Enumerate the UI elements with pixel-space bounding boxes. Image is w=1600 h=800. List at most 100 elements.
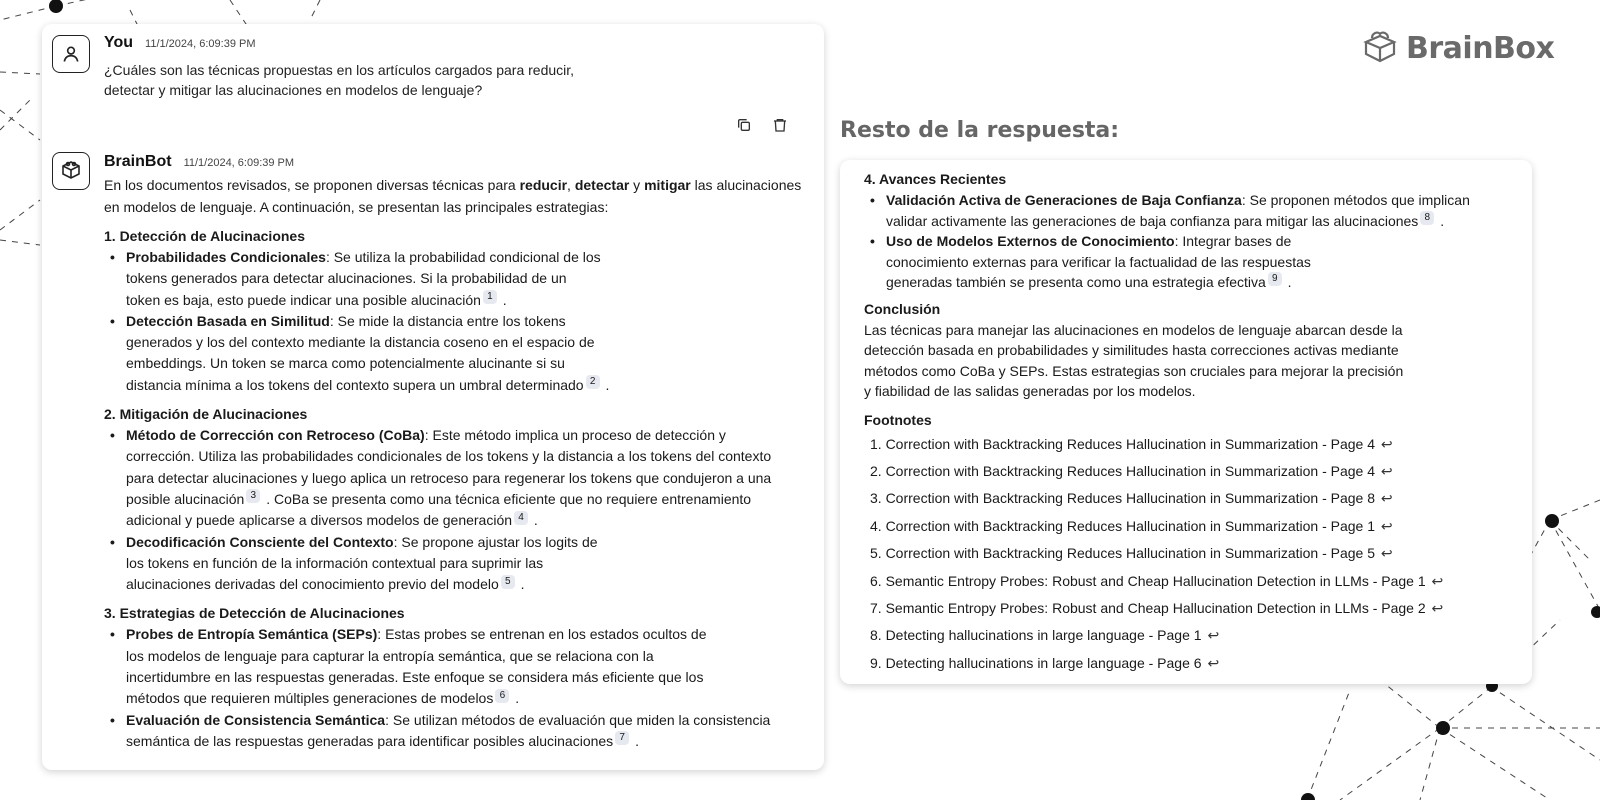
- user-timestamp: 11/1/2024, 6:09:39 PM: [145, 38, 256, 50]
- back-arrow-icon[interactable]: ↩: [1381, 436, 1393, 452]
- user-message-text: ¿Cuáles son las técnicas propuestas en l…: [104, 62, 575, 98]
- footnote-item: 1. Correction with Backtracking Reduces …: [864, 431, 1514, 458]
- footnote-ref[interactable]: 5: [500, 574, 515, 589]
- footnote-text: 2. Correction with Backtracking Reduces …: [870, 462, 1376, 479]
- section-title: 4. Avances Recientes: [864, 171, 1007, 187]
- footnote-ref[interactable]: 9: [1267, 272, 1282, 287]
- back-arrow-icon[interactable]: ↩: [1432, 600, 1444, 616]
- delete-button[interactable]: [770, 115, 790, 135]
- footnote-ref[interactable]: 1: [482, 289, 497, 304]
- intro-bold-reducir: reducir: [519, 177, 568, 193]
- bot-message-header: BrainBot 11/1/2024, 6:09:39 PM: [104, 153, 294, 171]
- item-tail: .: [516, 576, 525, 593]
- item-term: Uso de Modelos Externos de Conocimiento: [886, 233, 1175, 249]
- item-term: Validación Activa de Generaciones de Baj…: [886, 192, 1242, 208]
- list-item: Probabilidades Condicionales: Se utiliza…: [104, 247, 604, 311]
- footnote-ref[interactable]: 8: [1420, 210, 1435, 225]
- back-arrow-icon[interactable]: ↩: [1207, 655, 1219, 671]
- footnote-item: 2. Correction with Backtracking Reduces …: [864, 458, 1514, 485]
- list-item: Probes de Entropía Semántica (SEPs): Est…: [104, 624, 724, 709]
- item-term: Método de Corrección con Retroceso (CoBa…: [126, 427, 425, 444]
- item-tail: .: [498, 291, 507, 308]
- footnotes-list: 1. Correction with Backtracking Reduces …: [864, 431, 1514, 678]
- footnote-ref[interactable]: 6: [495, 688, 510, 703]
- copy-icon: [738, 119, 750, 131]
- brainbox-logo: BrainBox: [1360, 28, 1555, 68]
- intro-bold-mitigar: mitigar: [644, 177, 691, 193]
- list-item: Uso de Modelos Externos de Conocimiento:…: [864, 231, 1334, 293]
- list-item: Detección Basada en Similitud: Se mide l…: [104, 311, 624, 396]
- chat-panel: You 11/1/2024, 6:09:39 PM ¿Cuáles son la…: [42, 24, 824, 770]
- footnote-item: 9. Detecting hallucinations in large lan…: [864, 650, 1514, 677]
- user-icon: [63, 46, 79, 62]
- list-item: Validación Activa de Generaciones de Baj…: [864, 190, 1484, 231]
- back-arrow-icon[interactable]: ↩: [1432, 573, 1444, 589]
- user-avatar: [52, 35, 90, 73]
- back-arrow-icon[interactable]: ↩: [1207, 627, 1219, 643]
- footnote-item: 5. Correction with Backtracking Reduces …: [864, 540, 1514, 567]
- footnote-item: 6. Semantic Entropy Probes: Robust and C…: [864, 568, 1514, 595]
- rest-title: Resto de la respuesta:: [840, 118, 1120, 143]
- section-title: 2. Mitigación de Alucinaciones: [104, 406, 308, 423]
- brain-box-icon: [1363, 31, 1397, 63]
- item-tail: .: [631, 732, 639, 749]
- back-arrow-icon[interactable]: ↩: [1381, 463, 1393, 479]
- bot-sender-name: BrainBot: [104, 153, 172, 170]
- user-message-header: You 11/1/2024, 6:09:39 PM: [104, 34, 256, 52]
- footnote-ref[interactable]: 7: [615, 731, 630, 746]
- copy-button[interactable]: [734, 115, 754, 135]
- footnote-ref[interactable]: 4: [514, 510, 529, 525]
- list-item: Decodificación Consciente del Contexto: …: [104, 532, 604, 596]
- intro-bold-detectar: detectar: [574, 177, 630, 193]
- conclusion-title: Conclusión: [864, 300, 941, 317]
- bot-avatar: [52, 152, 90, 190]
- item-tail: .: [1283, 274, 1292, 290]
- section-list: Validación Activa de Generaciones de Baj…: [864, 190, 1514, 293]
- back-arrow-icon[interactable]: ↩: [1381, 518, 1393, 534]
- section-title: 1. Detección de Alucinaciones: [104, 228, 305, 244]
- trash-icon: [774, 119, 786, 132]
- item-tail: .: [511, 690, 520, 707]
- bot-timestamp: 11/1/2024, 6:09:39 PM: [183, 157, 295, 169]
- section-list: Probabilidades Condicionales: Se utiliza…: [104, 247, 804, 396]
- intro-sep-2: y: [629, 177, 645, 193]
- back-arrow-icon[interactable]: ↩: [1381, 545, 1393, 561]
- footnote-item: 4. Correction with Backtracking Reduces …: [864, 513, 1514, 540]
- section-list: Probes de Entropía Semántica (SEPs): Est…: [104, 624, 804, 752]
- section-title: 3. Estrategias de Detección de Alucinaci…: [104, 605, 405, 622]
- bot-message-body: En los documentos revisados, se proponen…: [104, 175, 804, 752]
- footnote-text: 9. Detecting hallucinations in large lan…: [870, 654, 1202, 671]
- intro-text-a: En los documentos revisados, se proponen…: [104, 177, 520, 193]
- footnotes-title: Footnotes: [864, 411, 932, 428]
- logo-text: BrainBox: [1406, 30, 1555, 66]
- back-arrow-icon[interactable]: ↩: [1381, 490, 1393, 506]
- section-list: Método de Corrección con Retroceso (CoBa…: [104, 425, 804, 595]
- list-item: Evaluación de Consistencia Semántica: Se…: [104, 710, 774, 753]
- item-tail: .: [601, 376, 610, 393]
- item-tail: .: [530, 512, 538, 529]
- footnote-text: 4. Correction with Backtracking Reduces …: [870, 517, 1376, 534]
- message-actions: [734, 115, 790, 135]
- bot-intro: En los documentos revisados, se proponen…: [104, 175, 804, 218]
- footnote-item: 7. Semantic Entropy Probes: Robust and C…: [864, 595, 1514, 622]
- user-sender-name: You: [104, 34, 134, 51]
- item-term: Probes de Entropía Semántica (SEPs): [126, 626, 378, 643]
- item-term: Evaluación de Consistencia Semántica: [126, 711, 386, 728]
- footnote-text: 8. Detecting hallucinations in large lan…: [870, 627, 1202, 644]
- brain-box-icon: [62, 161, 80, 179]
- footnote-text: 6. Semantic Entropy Probes: Robust and C…: [870, 572, 1426, 589]
- footnote-text: 3. Correction with Backtracking Reduces …: [870, 490, 1376, 507]
- footnote-item: 3. Correction with Backtracking Reduces …: [864, 485, 1514, 512]
- footnote-ref[interactable]: 3: [246, 489, 261, 504]
- item-term: Detección Basada en Similitud: [126, 312, 330, 329]
- rest-panel: 4. Avances Recientes Validación Activa d…: [840, 160, 1532, 684]
- intro-sep-1: ,: [567, 177, 575, 193]
- rest-content: 4. Avances Recientes Validación Activa d…: [864, 169, 1514, 677]
- item-tail: .: [1436, 212, 1445, 229]
- footnote-item: 8. Detecting hallucinations in large lan…: [864, 622, 1514, 649]
- footnote-ref[interactable]: 2: [585, 375, 600, 390]
- footnote-text: 7. Semantic Entropy Probes: Robust and C…: [870, 599, 1426, 616]
- footnote-text: 1. Correction with Backtracking Reduces …: [870, 435, 1376, 452]
- item-term: Probabilidades Condicionales: [126, 249, 326, 265]
- list-item: Método de Corrección con Retroceso (CoBa…: [104, 425, 774, 531]
